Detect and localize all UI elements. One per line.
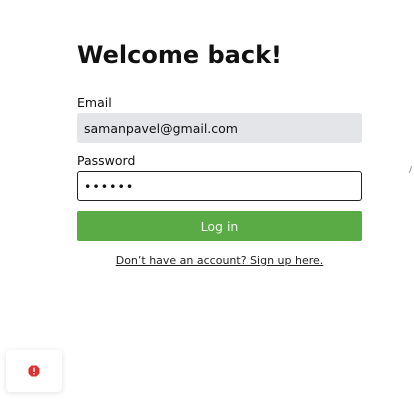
- login-page: Welcome back! Email Password Log in Don’…: [0, 0, 414, 404]
- password-label: Password: [77, 153, 136, 168]
- password-field[interactable]: [77, 171, 362, 201]
- login-button[interactable]: Log in: [77, 211, 362, 241]
- page-title: Welcome back!: [77, 41, 282, 69]
- alert-octagon-icon: [28, 365, 40, 377]
- alert-widget[interactable]: [6, 350, 62, 392]
- email-label: Email: [77, 95, 112, 110]
- email-field[interactable]: [77, 113, 362, 143]
- signup-link[interactable]: Don’t have an account? Sign up here.: [77, 253, 362, 269]
- edge-divider: [408, 166, 413, 173]
